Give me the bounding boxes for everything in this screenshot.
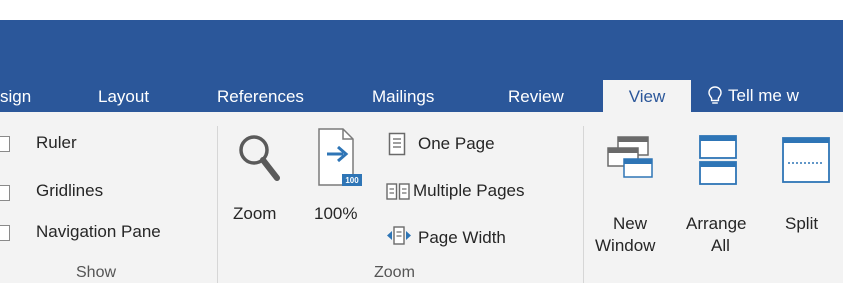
- arrange-all-label-line1: Arrange: [686, 214, 747, 233]
- lightbulb-icon: [708, 86, 722, 104]
- zoom-100-label: 100%: [314, 204, 358, 223]
- navigation-pane-checkbox[interactable]: [0, 225, 10, 241]
- group-separator: [583, 126, 584, 283]
- tell-me-label: Tell me w: [728, 86, 799, 105]
- multiple-pages-label: Multiple Pages: [413, 181, 525, 200]
- tab-view[interactable]: View: [603, 80, 691, 112]
- tell-me-search[interactable]: Tell me w: [708, 80, 799, 112]
- split-icon: [782, 137, 830, 183]
- page-width-label: Page Width: [418, 228, 506, 247]
- split-label: Split: [785, 214, 819, 233]
- gridlines-label[interactable]: Gridlines: [36, 181, 103, 201]
- multiple-pages-icon: [386, 183, 410, 200]
- new-window-label-line2: Window: [595, 236, 656, 255]
- zoom-group-label: Zoom: [374, 264, 415, 281]
- tab-layout[interactable]: Layout: [98, 80, 149, 112]
- navigation-pane-label[interactable]: Navigation Pane: [36, 222, 161, 242]
- tab-design[interactable]: sign: [0, 80, 31, 112]
- document-text-fragment: [100, 0, 105, 17]
- ruler-checkbox[interactable]: [0, 136, 10, 152]
- arrange-all-label-line2: All: [711, 236, 730, 255]
- show-group-label: Show: [76, 264, 117, 281]
- ribbon-panel: Ruler Gridlines Navigation Pane Show Zoo…: [0, 112, 843, 283]
- new-window-icon: [607, 136, 653, 178]
- one-page-icon: [388, 132, 406, 156]
- ruler-label[interactable]: Ruler: [36, 133, 77, 153]
- zoom-100-badge: 100: [345, 176, 359, 185]
- document-edge-strip: [0, 0, 843, 20]
- page-width-icon: [387, 226, 411, 245]
- zoom-label: Zoom: [233, 204, 277, 223]
- one-page-label: One Page: [418, 134, 495, 153]
- tab-mailings[interactable]: Mailings: [372, 80, 434, 112]
- gridlines-checkbox[interactable]: [0, 185, 10, 201]
- magnifier-icon: [239, 135, 280, 181]
- tab-references[interactable]: References: [217, 80, 304, 112]
- new-window-label-line1: New: [613, 214, 648, 233]
- ribbon-tabs: sign Layout References Mailings Review V…: [0, 80, 843, 112]
- group-separator: [217, 126, 218, 283]
- tab-review[interactable]: Review: [508, 80, 564, 112]
- arrange-all-icon: [699, 135, 737, 185]
